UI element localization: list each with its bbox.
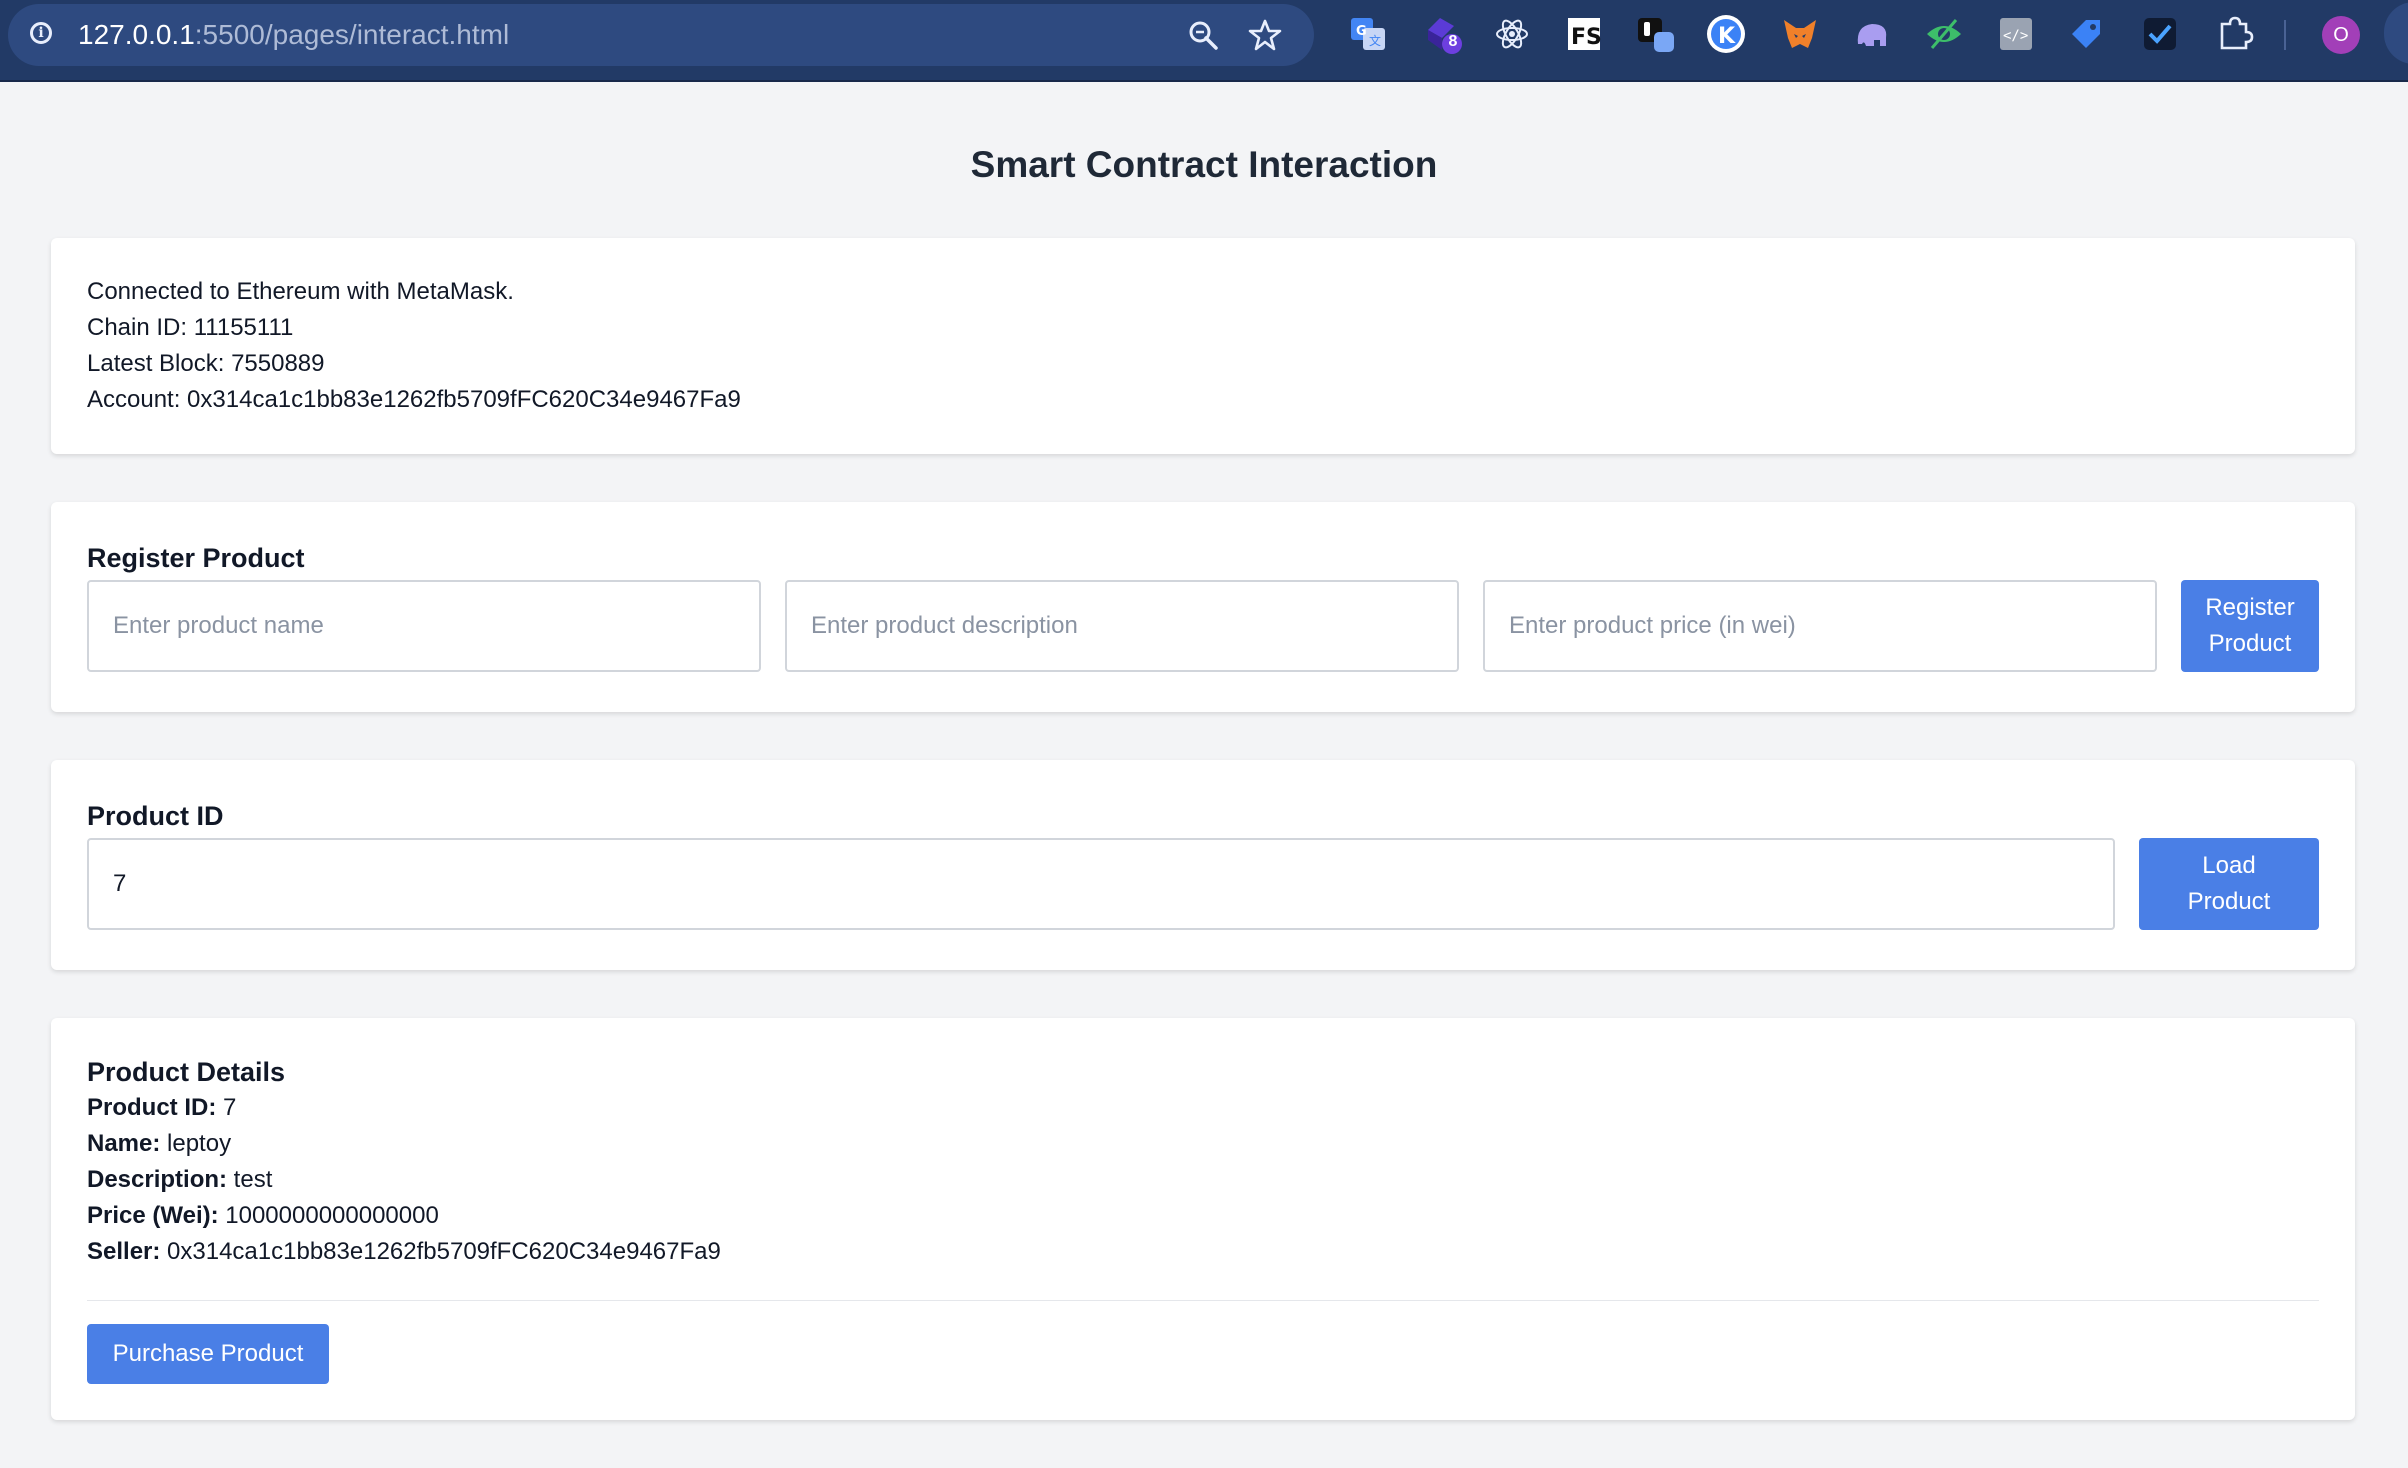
chain-id-text: Chain ID: 11155111 — [87, 314, 294, 341]
product-id-input[interactable] — [87, 838, 2115, 930]
svg-text:文: 文 — [1369, 33, 1381, 48]
product-details-heading: Product Details — [87, 1057, 286, 1087]
code-icon[interactable]: </> — [1996, 14, 2036, 54]
register-product-heading: Register Product — [87, 543, 305, 573]
product-details-card: Product Details Product ID: 7 Name: lept… — [51, 1018, 2355, 1420]
product-price-input[interactable] — [1483, 580, 2157, 672]
fs-icon[interactable]: FS — [1564, 14, 1604, 54]
toolbar-separator — [2284, 20, 2286, 50]
svg-text:FS: FS — [1571, 25, 1602, 50]
extension-badge-count: 8 — [1448, 33, 1458, 50]
latest-block-text: Latest Block: 7550889 — [87, 350, 325, 377]
metamask-fox-icon[interactable] — [1780, 14, 1820, 54]
detail-seller: Seller: 0x314ca1c1bb83e1262fb5709fFC620C… — [87, 1238, 721, 1265]
purchase-product-button[interactable]: Purchase Product — [87, 1324, 329, 1384]
url-text[interactable]: 127.0.0.1:5500/pages/interact.html — [78, 18, 509, 52]
load-product-button[interactable]: Load Product — [2139, 838, 2319, 930]
register-product-button[interactable]: Register Product — [2181, 580, 2319, 672]
tag-icon[interactable] — [2066, 14, 2106, 54]
detail-product-id: Product ID: 7 — [87, 1094, 237, 1121]
translate-icon[interactable]: G文 — [1348, 14, 1388, 54]
product-description-input[interactable] — [785, 580, 1459, 672]
site-info-icon[interactable]: i — [30, 22, 52, 44]
account-text: Account: 0x314ca1c1bb83e1262fb5709fFC620… — [87, 386, 741, 413]
register-product-card: Register Product Register Product — [51, 502, 2355, 712]
browser-toolbar: i 127.0.0.1:5500/pages/interact.html G文 … — [0, 0, 2408, 82]
detail-price: Price (Wei): 1000000000000000 — [87, 1202, 439, 1229]
product-id-heading: Product ID — [87, 801, 224, 831]
svg-text:G: G — [1356, 24, 1367, 39]
load-product-card: Product ID Load Product — [51, 760, 2355, 970]
elephant-icon[interactable] — [1852, 14, 1892, 54]
k-icon[interactable]: K — [1706, 14, 1746, 54]
address-bar[interactable]: i 127.0.0.1:5500/pages/interact.html — [8, 4, 1314, 66]
extension-badge-icon[interactable]: 8 — [1424, 14, 1464, 54]
details-divider — [87, 1300, 2319, 1301]
puzzle-icon[interactable] — [2214, 14, 2254, 54]
detail-name: Name: leptoy — [87, 1130, 232, 1157]
svg-text:K: K — [1718, 24, 1736, 49]
connection-status-card: Connected to Ethereum with MetaMask. Cha… — [51, 238, 2355, 454]
svg-text:</>: </> — [2003, 28, 2028, 44]
connection-status-text: Connected to Ethereum with MetaMask. — [87, 278, 514, 305]
eye-icon[interactable] — [1924, 14, 1964, 54]
check-icon[interactable] — [2140, 14, 2180, 54]
detail-description: Description: test — [87, 1166, 273, 1193]
page-title: Smart Contract Interaction — [970, 144, 1438, 185]
react-devtools-icon[interactable] — [1492, 14, 1532, 54]
zoom-icon[interactable] — [1186, 18, 1220, 52]
extension-square-icon[interactable] — [1636, 14, 1676, 54]
profile-avatar[interactable]: O — [2322, 16, 2360, 54]
bookmark-star-icon[interactable] — [1248, 18, 1282, 52]
product-name-input[interactable] — [87, 580, 761, 672]
browser-menu-button[interactable] — [2384, 2, 2408, 64]
